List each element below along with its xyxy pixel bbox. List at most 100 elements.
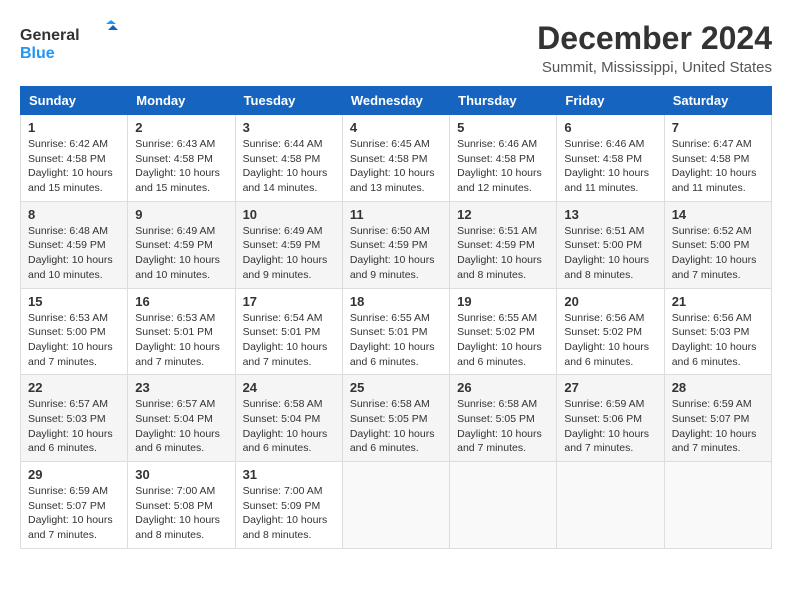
day-number: 3	[243, 120, 335, 135]
calendar-header-thursday: Thursday	[450, 87, 557, 115]
calendar-cell: 3Sunrise: 6:44 AMSunset: 4:58 PMDaylight…	[235, 115, 342, 202]
day-info: Sunrise: 7:00 AMSunset: 5:08 PMDaylight:…	[135, 484, 227, 543]
day-info: Sunrise: 6:53 AMSunset: 5:00 PMDaylight:…	[28, 311, 120, 370]
day-info: Sunrise: 6:59 AMSunset: 5:07 PMDaylight:…	[28, 484, 120, 543]
calendar-week-3: 15 Sunrise: 6:53 AMSunset: 5:00 PMDayligh…	[21, 288, 772, 375]
calendar-body: 1Sunrise: 6:42 AMSunset: 4:58 PMDaylight…	[21, 115, 772, 549]
calendar-cell	[342, 462, 449, 549]
calendar: SundayMondayTuesdayWednesdayThursdayFrid…	[20, 86, 772, 549]
day-info: Sunrise: 6:49 AMSunset: 4:59 PMDaylight:…	[135, 224, 227, 283]
day-number: 15	[28, 294, 120, 309]
calendar-cell: 25Sunrise: 6:58 AMSunset: 5:05 PMDayligh…	[342, 375, 449, 462]
day-info: Sunrise: 6:50 AMSunset: 4:59 PMDaylight:…	[350, 224, 442, 283]
day-number: 1	[28, 120, 120, 135]
calendar-header-row: SundayMondayTuesdayWednesdayThursdayFrid…	[21, 87, 772, 115]
calendar-cell: 21Sunrise: 6:56 AMSunset: 5:03 PMDayligh…	[664, 288, 771, 375]
calendar-cell	[664, 462, 771, 549]
calendar-header-tuesday: Tuesday	[235, 87, 342, 115]
day-number: 14	[672, 207, 764, 222]
calendar-cell: 10Sunrise: 6:49 AMSunset: 4:59 PMDayligh…	[235, 201, 342, 288]
day-number: 24	[243, 380, 335, 395]
day-info: Sunrise: 6:49 AMSunset: 4:59 PMDaylight:…	[243, 224, 335, 283]
day-number: 28	[672, 380, 764, 395]
day-number: 2	[135, 120, 227, 135]
day-number: 27	[564, 380, 656, 395]
calendar-cell: 7 Sunrise: 6:47 AMSunset: 4:58 PMDaylight…	[664, 115, 771, 202]
calendar-cell: 1Sunrise: 6:42 AMSunset: 4:58 PMDaylight…	[21, 115, 128, 202]
calendar-header-saturday: Saturday	[664, 87, 771, 115]
day-number: 19	[457, 294, 549, 309]
calendar-cell: 4 Sunrise: 6:45 AMSunset: 4:58 PMDaylight…	[342, 115, 449, 202]
title-area: December 2024 Summit, Mississippi, Unite…	[537, 20, 772, 76]
calendar-cell: 30 Sunrise: 7:00 AMSunset: 5:08 PMDayligh…	[128, 462, 235, 549]
day-info: Sunrise: 6:48 AMSunset: 4:59 PMDaylight:…	[28, 224, 120, 283]
calendar-cell: 11 Sunrise: 6:50 AMSunset: 4:59 PMDayligh…	[342, 201, 449, 288]
logo: General Blue	[20, 20, 120, 64]
calendar-cell: 8 Sunrise: 6:48 AMSunset: 4:59 PMDaylight…	[21, 201, 128, 288]
day-number: 7	[672, 120, 764, 135]
day-number: 13	[564, 207, 656, 222]
day-info: Sunrise: 6:56 AMSunset: 5:03 PMDaylight:…	[672, 311, 764, 370]
calendar-cell: 31 Sunrise: 7:00 AMSunset: 5:09 PMDayligh…	[235, 462, 342, 549]
day-number: 8	[28, 207, 120, 222]
day-number: 18	[350, 294, 442, 309]
calendar-cell: 18 Sunrise: 6:55 AMSunset: 5:01 PMDayligh…	[342, 288, 449, 375]
calendar-cell: 13 Sunrise: 6:51 AMSunset: 5:00 PMDayligh…	[557, 201, 664, 288]
calendar-cell: 22 Sunrise: 6:57 AMSunset: 5:03 PMDayligh…	[21, 375, 128, 462]
calendar-cell: 15 Sunrise: 6:53 AMSunset: 5:00 PMDayligh…	[21, 288, 128, 375]
day-number: 22	[28, 380, 120, 395]
calendar-cell: 27 Sunrise: 6:59 AMSunset: 5:06 PMDayligh…	[557, 375, 664, 462]
day-info: Sunrise: 6:58 AMSunset: 5:05 PMDaylight:…	[350, 397, 442, 456]
day-info: Sunrise: 6:55 AMSunset: 5:02 PMDaylight:…	[457, 311, 549, 370]
day-number: 29	[28, 467, 120, 482]
calendar-week-1: 1Sunrise: 6:42 AMSunset: 4:58 PMDaylight…	[21, 115, 772, 202]
day-number: 12	[457, 207, 549, 222]
day-info: Sunrise: 6:51 AMSunset: 5:00 PMDaylight:…	[564, 224, 656, 283]
calendar-cell	[557, 462, 664, 549]
day-number: 16	[135, 294, 227, 309]
day-info: Sunrise: 6:59 AMSunset: 5:06 PMDaylight:…	[564, 397, 656, 456]
day-number: 11	[350, 207, 442, 222]
day-number: 20	[564, 294, 656, 309]
calendar-cell: 20Sunrise: 6:56 AMSunset: 5:02 PMDayligh…	[557, 288, 664, 375]
calendar-cell: 6Sunrise: 6:46 AMSunset: 4:58 PMDaylight…	[557, 115, 664, 202]
calendar-week-4: 22 Sunrise: 6:57 AMSunset: 5:03 PMDayligh…	[21, 375, 772, 462]
day-info: Sunrise: 6:58 AMSunset: 5:04 PMDaylight:…	[243, 397, 335, 456]
calendar-cell: 5Sunrise: 6:46 AMSunset: 4:58 PMDaylight…	[450, 115, 557, 202]
svg-text:Blue: Blue	[20, 45, 55, 62]
calendar-cell: 24 Sunrise: 6:58 AMSunset: 5:04 PMDayligh…	[235, 375, 342, 462]
day-number: 31	[243, 467, 335, 482]
calendar-cell: 26Sunrise: 6:58 AMSunset: 5:05 PMDayligh…	[450, 375, 557, 462]
calendar-cell	[450, 462, 557, 549]
calendar-cell: 16Sunrise: 6:53 AMSunset: 5:01 PMDayligh…	[128, 288, 235, 375]
day-number: 30	[135, 467, 227, 482]
day-info: Sunrise: 6:59 AMSunset: 5:07 PMDaylight:…	[672, 397, 764, 456]
header: General Blue December 2024 Summit, Missi…	[20, 20, 772, 76]
day-number: 4	[350, 120, 442, 135]
day-info: Sunrise: 6:47 AMSunset: 4:58 PMDaylight:…	[672, 137, 764, 196]
calendar-cell: 14 Sunrise: 6:52 AMSunset: 5:00 PMDayligh…	[664, 201, 771, 288]
day-number: 23	[135, 380, 227, 395]
day-info: Sunrise: 6:55 AMSunset: 5:01 PMDaylight:…	[350, 311, 442, 370]
day-number: 9	[135, 207, 227, 222]
day-info: Sunrise: 6:52 AMSunset: 5:00 PMDaylight:…	[672, 224, 764, 283]
calendar-week-2: 8 Sunrise: 6:48 AMSunset: 4:59 PMDaylight…	[21, 201, 772, 288]
calendar-cell: 2Sunrise: 6:43 AMSunset: 4:58 PMDaylight…	[128, 115, 235, 202]
svg-text:General: General	[20, 27, 80, 44]
calendar-cell: 17Sunrise: 6:54 AMSunset: 5:01 PMDayligh…	[235, 288, 342, 375]
day-info: Sunrise: 7:00 AMSunset: 5:09 PMDaylight:…	[243, 484, 335, 543]
day-info: Sunrise: 6:46 AMSunset: 4:58 PMDaylight:…	[457, 137, 549, 196]
day-number: 26	[457, 380, 549, 395]
day-info: Sunrise: 6:46 AMSunset: 4:58 PMDaylight:…	[564, 137, 656, 196]
calendar-header-sunday: Sunday	[21, 87, 128, 115]
calendar-cell: 29 Sunrise: 6:59 AMSunset: 5:07 PMDayligh…	[21, 462, 128, 549]
day-info: Sunrise: 6:57 AMSunset: 5:03 PMDaylight:…	[28, 397, 120, 456]
calendar-cell: 9 Sunrise: 6:49 AMSunset: 4:59 PMDaylight…	[128, 201, 235, 288]
day-info: Sunrise: 6:45 AMSunset: 4:58 PMDaylight:…	[350, 137, 442, 196]
calendar-cell: 12 Sunrise: 6:51 AMSunset: 4:59 PMDayligh…	[450, 201, 557, 288]
calendar-header-monday: Monday	[128, 87, 235, 115]
day-number: 17	[243, 294, 335, 309]
day-info: Sunrise: 6:57 AMSunset: 5:04 PMDaylight:…	[135, 397, 227, 456]
calendar-cell: 23 Sunrise: 6:57 AMSunset: 5:04 PMDayligh…	[128, 375, 235, 462]
day-info: Sunrise: 6:51 AMSunset: 4:59 PMDaylight:…	[457, 224, 549, 283]
